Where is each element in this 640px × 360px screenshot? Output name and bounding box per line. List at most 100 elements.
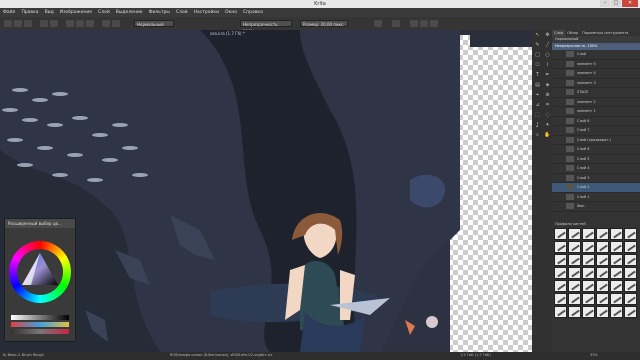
mirror-horizontal-icon[interactable] <box>410 20 418 27</box>
brush-preset-tile[interactable] <box>554 306 567 318</box>
document-tab[interactable]: sea.kra (1.7 Гб) * <box>210 31 245 37</box>
brush-preset-tile[interactable] <box>554 293 567 305</box>
brush-preset-tile[interactable] <box>554 254 567 266</box>
layer-row[interactable]: STAGE <box>552 88 640 98</box>
freehand-select-icon[interactable]: ʆ <box>534 122 541 129</box>
canvas[interactable]: sea.kra (1.7 Гб) * <box>0 30 532 352</box>
menu-window[interactable]: Окно <box>222 8 240 17</box>
brush-preset-tile[interactable] <box>554 241 567 253</box>
pattern-icon[interactable] <box>76 20 84 27</box>
brush-preset-tile[interactable] <box>596 228 609 240</box>
menu-edit[interactable]: Правка <box>18 8 41 17</box>
brush-preset-tile[interactable] <box>568 293 581 305</box>
size-slider[interactable]: Размер: 20,00 пикс. <box>300 20 348 27</box>
preserve-alpha-icon[interactable] <box>392 20 400 27</box>
brush-preset-tile[interactable] <box>568 228 581 240</box>
menu-tools[interactable]: Слой <box>173 8 191 17</box>
brush-preset-tile[interactable] <box>568 241 581 253</box>
polygon-tool-icon[interactable]: ⬠ <box>534 62 541 69</box>
layer-row[interactable]: Слой 4 <box>552 164 640 174</box>
brush-preset-tile[interactable] <box>582 293 595 305</box>
menu-settings[interactable]: Настройки <box>191 8 222 17</box>
gradient-icon[interactable] <box>66 20 74 27</box>
layer-row[interactable]: Слой 1 <box>552 193 640 202</box>
brush-preset-tile[interactable] <box>624 241 637 253</box>
layer-opacity[interactable]: Непрозрачность: 100% <box>552 43 640 50</box>
brush-preset-tile[interactable] <box>568 254 581 266</box>
eyedropper-tool-icon[interactable]: ⌖ <box>534 92 541 99</box>
brush-preset-tile[interactable] <box>596 293 609 305</box>
menu-layer[interactable]: Слой <box>95 8 113 17</box>
brush-preset-tile[interactable] <box>582 228 595 240</box>
layer-row[interactable]: Слой 2 <box>552 183 640 193</box>
brush-preset-tile[interactable] <box>554 267 567 279</box>
transform-tool-icon[interactable]: ✥ <box>544 32 551 39</box>
brush-preset-tile[interactable] <box>582 241 595 253</box>
brush-preset-tile[interactable] <box>610 228 623 240</box>
redo-icon[interactable] <box>50 20 58 27</box>
layer-row[interactable]: Фон <box>552 202 640 212</box>
layer-row[interactable]: элемент 4 <box>552 69 640 79</box>
saturation-triangle[interactable] <box>9 241 71 303</box>
brush-preset-tile[interactable] <box>596 280 609 292</box>
maximize-button[interactable]: □ <box>611 0 621 7</box>
path-tool-icon[interactable]: ⌇ <box>544 62 551 69</box>
menu-select[interactable]: Выделение <box>113 8 146 17</box>
rect-select-icon[interactable]: ⬚ <box>534 112 541 119</box>
brush-settings-icon[interactable] <box>112 20 120 27</box>
brush-preset-tile[interactable] <box>610 293 623 305</box>
crop-tool-icon[interactable]: ⌗ <box>544 102 551 109</box>
eraser-mode-icon[interactable] <box>374 20 382 27</box>
layer-row[interactable]: Слой 3 <box>552 174 640 183</box>
fill-tool-icon[interactable]: ◈ <box>544 82 551 89</box>
brush-preset-tile[interactable] <box>610 254 623 266</box>
hue-wheel[interactable] <box>9 241 71 303</box>
minimize-button[interactable]: – <box>600 0 610 7</box>
layer-blend-mode[interactable]: Нормальный <box>552 36 640 43</box>
menu-help[interactable]: Справка <box>240 8 266 17</box>
undo-icon[interactable] <box>40 20 48 27</box>
fill-icon[interactable] <box>86 20 94 27</box>
select-tool-icon[interactable]: ↖ <box>534 32 541 39</box>
new-document-icon[interactable] <box>4 20 12 27</box>
open-icon[interactable] <box>14 20 22 27</box>
layer-row[interactable]: Слой 6 <box>552 145 640 155</box>
brush-preset-icon[interactable] <box>102 20 110 27</box>
layer-row[interactable]: Слой 5 <box>552 155 640 164</box>
menu-filters[interactable]: Фильтры <box>146 8 173 17</box>
brush-preset-tile[interactable] <box>582 254 595 266</box>
layer-row[interactable]: Слой 7 <box>552 126 640 136</box>
brush-preset-tile[interactable] <box>624 293 637 305</box>
mirror-vertical-icon[interactable] <box>420 20 428 27</box>
assistant-tool-icon[interactable]: ⊕ <box>544 92 551 99</box>
brush-preset-tile[interactable] <box>624 306 637 318</box>
zoom-tool-icon[interactable]: ⌕ <box>534 132 541 139</box>
brush-preset-tile[interactable] <box>596 306 609 318</box>
brush-preset-tile[interactable] <box>582 267 595 279</box>
calligraphy-tool-icon[interactable]: ✒ <box>544 72 551 79</box>
layer-row[interactable]: Слой 8 <box>552 117 640 126</box>
status-zoom[interactable]: 33% <box>590 353 598 357</box>
layer-row[interactable]: Слой <box>552 50 640 60</box>
blend-mode-select[interactable]: Нормальный <box>134 20 174 27</box>
brush-preset-tile[interactable] <box>624 280 637 292</box>
brush-preset-tile[interactable] <box>554 280 567 292</box>
brush-preset-tile[interactable] <box>610 241 623 253</box>
magic-wand-icon[interactable]: ✦ <box>544 122 551 129</box>
brush-preset-tile[interactable] <box>582 306 595 318</box>
close-button[interactable]: ✕ <box>622 0 638 7</box>
save-icon[interactable] <box>24 20 32 27</box>
brush-preset-tile[interactable] <box>610 267 623 279</box>
tab-tool-options[interactable]: Параметры инструмента <box>580 30 630 36</box>
brush-preset-tile[interactable] <box>624 228 637 240</box>
brush-tool-icon[interactable]: ✎ <box>534 42 541 49</box>
brush-preset-tile[interactable] <box>554 228 567 240</box>
ellipse-tool-icon[interactable]: ○ <box>544 52 551 59</box>
menu-view[interactable]: Вид <box>42 8 57 17</box>
brush-preset-tile[interactable] <box>596 241 609 253</box>
layer-row[interactable]: Слой (предварит.) <box>552 136 640 145</box>
layer-row[interactable]: элемент 5 <box>552 60 640 69</box>
brush-preset-tile[interactable] <box>568 267 581 279</box>
value-strip[interactable] <box>11 315 69 320</box>
line-tool-icon[interactable]: ╱ <box>544 42 551 49</box>
